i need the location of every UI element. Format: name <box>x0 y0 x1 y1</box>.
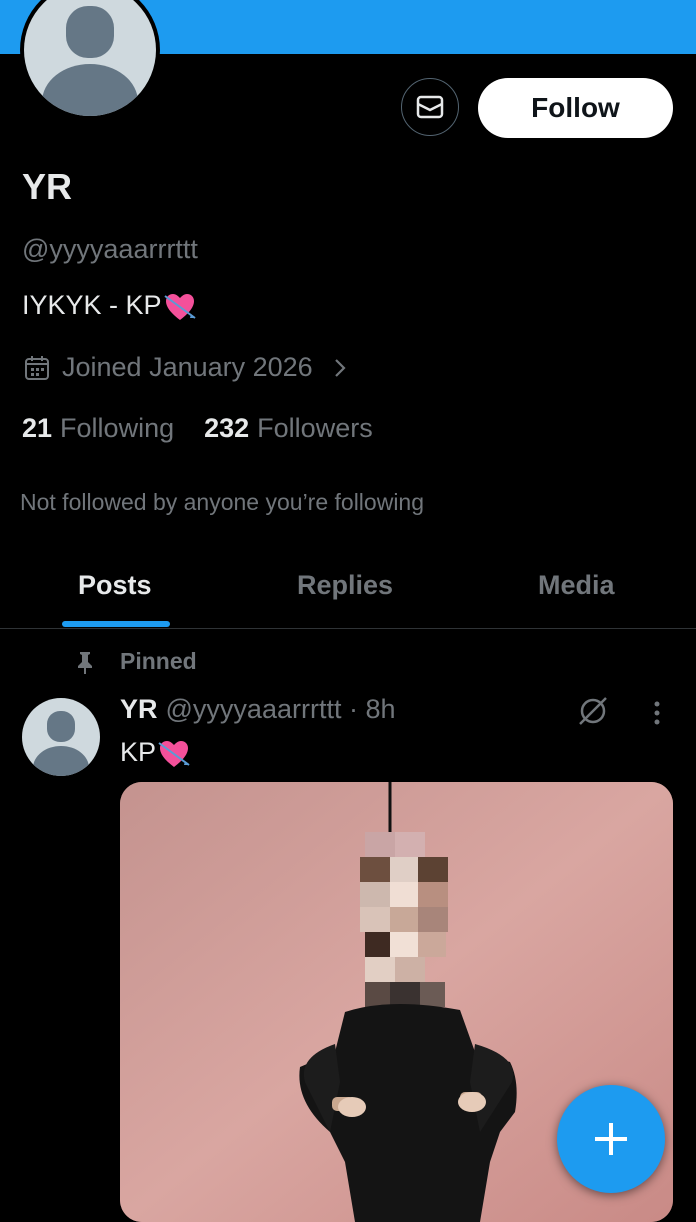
post-avatar[interactable] <box>22 698 100 776</box>
follow-button[interactable]: Follow <box>478 78 673 138</box>
followers-link[interactable]: 232 Followers <box>204 413 373 444</box>
plus-icon <box>595 1123 627 1155</box>
profile-handle: @yyyyaaarrrttt <box>22 234 198 264</box>
pinned-label: Pinned <box>72 648 197 675</box>
tab-replies[interactable]: Replies <box>297 570 393 601</box>
followers-count: 232 <box>204 413 250 443</box>
follow-stats: 21 Following 232 Followers <box>22 413 403 444</box>
profile-tabs: Posts Replies Media <box>0 560 696 629</box>
joined-text: Joined January 2026 <box>62 352 313 382</box>
heart-arrow-emoji <box>163 293 196 320</box>
post-author-name[interactable]: YR <box>120 694 158 725</box>
compose-button[interactable] <box>557 1085 665 1193</box>
pinned-text: Pinned <box>120 648 197 674</box>
grok-icon[interactable] <box>576 694 610 728</box>
not-followed-notice: Not followed by anyone you’re following <box>20 489 425 515</box>
profile-avatar[interactable] <box>20 0 160 120</box>
mail-icon <box>416 95 444 119</box>
post-text: KP <box>120 737 190 769</box>
followers-label: Followers <box>257 413 373 443</box>
post-handle-time: @yyyyaaarrrttt · 8h <box>165 694 396 724</box>
calendar-icon <box>25 355 49 380</box>
active-tab-indicator <box>62 621 170 627</box>
chevron-right-icon <box>334 358 346 377</box>
heart-arrow-emoji <box>158 740 190 767</box>
tab-media[interactable]: Media <box>538 570 615 601</box>
profile-bio: IYKYK - KP <box>22 290 196 322</box>
more-icon[interactable] <box>644 696 670 730</box>
profile-name: YR <box>22 166 73 207</box>
pin-icon <box>78 651 92 674</box>
message-button[interactable] <box>401 78 459 136</box>
post-text-content: KP <box>120 737 157 767</box>
following-count: 21 <box>22 413 53 443</box>
tab-posts[interactable]: Posts <box>78 570 152 601</box>
following-link[interactable]: 21 Following <box>22 413 174 444</box>
bio-text: IYKYK - KP <box>22 290 162 320</box>
following-label: Following <box>60 413 175 443</box>
joined-date[interactable]: Joined January 2026 <box>22 352 351 383</box>
post-header: YR @yyyyaaarrrttt · 8h <box>120 694 395 725</box>
